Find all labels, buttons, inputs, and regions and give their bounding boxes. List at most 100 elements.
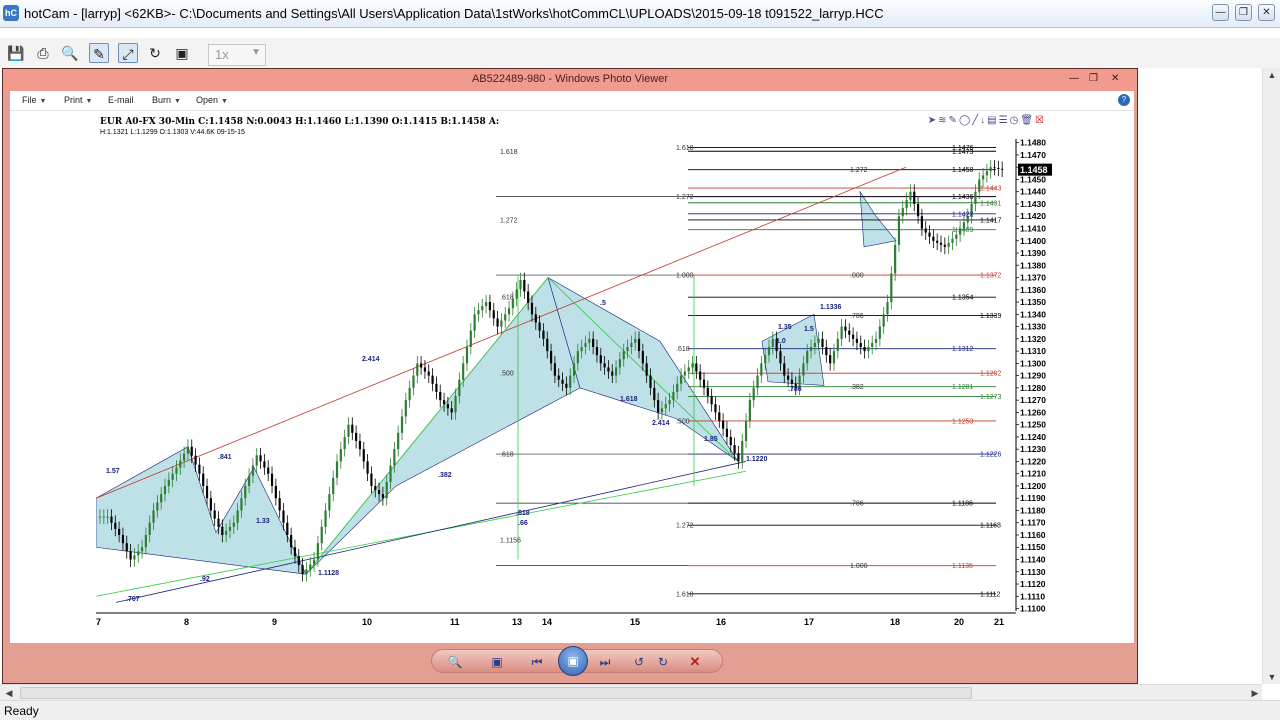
candle-body <box>878 326 881 339</box>
candle-body <box>993 167 996 169</box>
candle-body <box>825 347 828 356</box>
horizontal-scrollbar[interactable]: ◀ ▶ <box>0 684 1262 700</box>
y-tick-label: 1.1410 <box>1020 223 1046 233</box>
rotate-right-icon[interactable]: ↻ <box>654 653 672 671</box>
candle-body <box>183 453 186 461</box>
candle-body <box>695 363 698 372</box>
close-icon[interactable]: ✕ <box>1111 73 1119 84</box>
candle-body <box>175 467 178 474</box>
candle-body <box>699 371 702 380</box>
actual-size-icon[interactable]: ▣ <box>488 653 506 671</box>
fib-icon[interactable]: ☰ <box>999 115 1010 126</box>
previous-icon[interactable]: ⏮ <box>528 653 546 671</box>
candle-body <box>997 168 1000 170</box>
candle-body <box>905 199 908 209</box>
pattern-ratio-label: 1.1336 <box>820 304 842 311</box>
y-tick-label: 1.1200 <box>1020 481 1046 491</box>
close-icon[interactable]: ✕ <box>1258 4 1275 21</box>
minimize-icon[interactable]: — <box>1212 4 1229 21</box>
candle-body <box>312 559 316 565</box>
candle-body <box>358 440 362 450</box>
candle-body <box>916 203 920 217</box>
refresh-icon[interactable]: ↻ <box>145 43 165 63</box>
restore-icon[interactable]: ❐ <box>1089 73 1098 84</box>
scroll-left-icon[interactable]: ◀ <box>0 686 18 700</box>
candle-body <box>936 240 939 243</box>
candle-body <box>637 338 641 352</box>
viewer-controls: 🔍 ▣ ⏮ ▣ ⏭ ↺ ↻ ✕ <box>10 643 1134 683</box>
candle-body <box>118 528 121 535</box>
x-tick-label: 18 <box>890 617 900 627</box>
candle-body <box>381 494 384 499</box>
candle-body <box>569 375 572 388</box>
pattern-ratio-label: 1.57 <box>106 468 120 475</box>
cursor-icon[interactable]: ➤ <box>928 115 938 126</box>
fib-ratio-label: .500 <box>676 418 690 425</box>
candle-body <box>362 449 365 462</box>
delete-icon[interactable]: ✕ <box>686 653 704 671</box>
zoom-icon[interactable]: 🔍 <box>446 653 464 671</box>
candle-body <box>202 473 205 486</box>
print-icon[interactable]: ⎙ <box>33 43 53 63</box>
menu-email[interactable]: E-mail <box>108 95 134 105</box>
pattern-ratio-label: .5 <box>600 300 606 307</box>
line-tool-icon[interactable]: ╱ <box>972 115 980 126</box>
candle-body <box>324 510 327 527</box>
close-icon[interactable]: ☒ <box>1035 115 1046 126</box>
circle-icon[interactable]: ◯ <box>959 115 972 126</box>
candle-body <box>607 367 610 372</box>
x-tick-label: 17 <box>804 617 814 627</box>
draw-icon[interactable]: ✎ <box>89 43 109 63</box>
candle-body <box>156 502 159 511</box>
zoom-select[interactable]: 1x ▼ <box>208 44 266 66</box>
scroll-down-icon[interactable]: ▼ <box>1263 670 1280 684</box>
pattern-ratio-label: .618 <box>516 510 530 517</box>
scroll-thumb[interactable] <box>20 687 972 699</box>
zoom-icon[interactable]: 🔍 <box>60 43 80 63</box>
text-tool-icon[interactable]: ▤ <box>987 115 998 126</box>
scroll-right-icon[interactable]: ▶ <box>1246 686 1264 700</box>
candle-body <box>653 387 656 401</box>
menu-open[interactable]: Open ▼ <box>196 95 228 105</box>
restore-icon[interactable]: ❐ <box>1235 4 1252 21</box>
chart-image: 1.14801.14701.14601.14501.14401.14301.14… <box>96 111 1052 643</box>
candle-body <box>515 289 518 299</box>
fib-ratio-label: .500 <box>500 371 514 378</box>
menu-print[interactable]: Print ▼ <box>64 95 92 105</box>
candle-body <box>714 404 717 413</box>
fit-icon[interactable]: ⤢ <box>118 43 138 63</box>
y-tick-label: 1.1480 <box>1020 138 1046 148</box>
candle-body <box>802 363 805 376</box>
pattern-ratio-label: .786 <box>788 386 802 393</box>
pattern-ratio-label: 2.414 <box>652 420 670 427</box>
candle-body <box>871 342 874 348</box>
candle-body <box>106 516 109 518</box>
wave-icon[interactable]: ≋ <box>938 115 948 126</box>
fib-ratio-label: .618 <box>500 452 514 459</box>
chevron-down-icon: ▼ <box>85 98 93 105</box>
candle-body <box>634 338 637 343</box>
candle-body <box>198 464 201 474</box>
y-tick-label: 1.1300 <box>1020 358 1046 368</box>
candle-body <box>947 242 950 247</box>
export-icon[interactable]: ▣ <box>172 43 192 63</box>
trash-icon[interactable]: 🗑 <box>1020 115 1035 126</box>
clock-icon[interactable]: ◷ <box>1010 115 1021 126</box>
candle-body <box>244 485 247 499</box>
vertical-scrollbar[interactable]: ▲ ▼ <box>1262 68 1280 684</box>
menu-file[interactable]: File ▼ <box>22 95 46 105</box>
slideshow-icon[interactable]: ▣ <box>558 646 588 676</box>
minimize-icon[interactable]: — <box>1069 73 1079 84</box>
help-icon[interactable]: ? <box>1118 94 1130 106</box>
candle-body <box>435 383 438 392</box>
fib-ratio-label: 1.000 <box>850 563 868 570</box>
candle-body <box>167 479 170 486</box>
menu-burn[interactable]: Burn ▼ <box>152 95 181 105</box>
next-icon[interactable]: ⏭ <box>596 653 614 671</box>
pencil-icon[interactable]: ✎ <box>949 115 959 126</box>
x-tick-label: 15 <box>630 617 640 627</box>
scroll-up-icon[interactable]: ▲ <box>1263 68 1280 82</box>
save-icon[interactable]: 💾 <box>6 43 26 63</box>
rotate-left-icon[interactable]: ↺ <box>630 653 648 671</box>
candle-body <box>809 347 813 352</box>
